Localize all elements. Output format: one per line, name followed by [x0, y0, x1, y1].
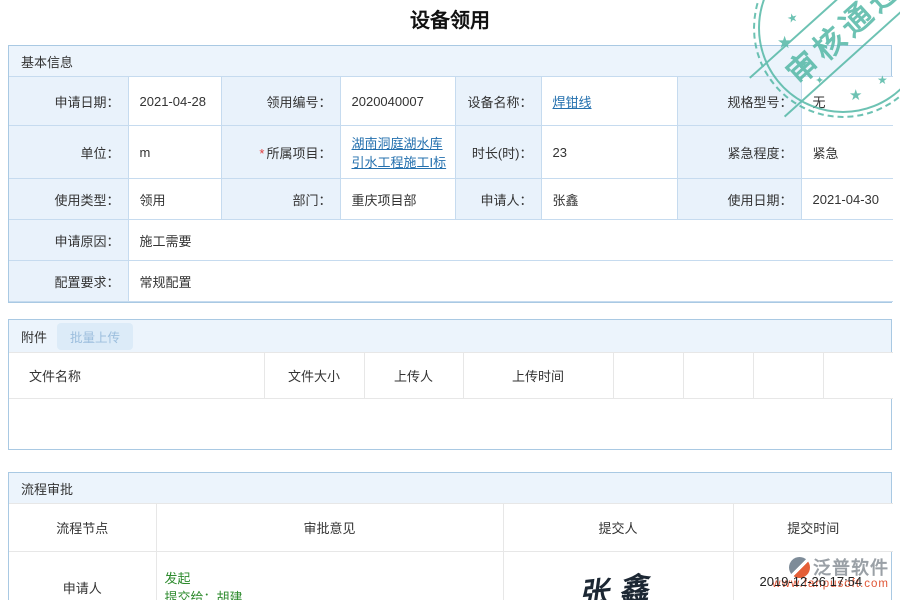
- applicant-value: 张鑫: [541, 179, 677, 220]
- approval-header-row: 流程节点 审批意见 提交人 提交时间: [9, 504, 893, 552]
- reason-label: 申请原因：: [9, 220, 128, 261]
- unit-value: m: [128, 126, 221, 179]
- attachments-section: 附件 批量上传 文件名称 文件大小 上传人 上传时间: [8, 319, 892, 450]
- col-empty: [823, 353, 893, 399]
- dept-value: 重庆项目部: [340, 179, 455, 220]
- equipment-requisition-page: 设备领用 基本信息 申请日期： 2021-04-28 领用编号： 2020040…: [0, 0, 900, 600]
- col-process-node: 流程节点: [9, 504, 156, 552]
- attachments-header: 附件 批量上传: [9, 320, 891, 352]
- urgency-label: 紧急程度：: [677, 126, 801, 179]
- col-empty: [753, 353, 823, 399]
- duration-value: 23: [541, 126, 677, 179]
- spec-value: 无: [801, 77, 893, 126]
- approval-row-applicant: 申请人 发起 提交给：胡建 张鑫 泛普软件 www.fanpusoft.com: [9, 552, 893, 600]
- table-row: 申请原因： 施工需要: [9, 220, 893, 261]
- table-row: 使用类型： 领用 部门： 重庆项目部 申请人： 张鑫 使用日期： 2021-04…: [9, 179, 893, 220]
- attachments-table: 文件名称 文件大小 上传人 上传时间: [9, 352, 893, 399]
- use-type-value: 领用: [128, 179, 221, 220]
- col-approval-opinion: 审批意见: [156, 504, 503, 552]
- attachments-empty-area: [9, 399, 891, 449]
- table-row: 申请日期： 2021-04-28 领用编号： 2020040007 设备名称： …: [9, 77, 893, 126]
- col-upload-time: 上传时间: [463, 353, 613, 399]
- approval-section: 流程审批 流程节点 审批意见 提交人 提交时间 申请人 发起 提交给：胡建 张鑫: [8, 472, 892, 600]
- device-name-label: 设备名称：: [455, 77, 541, 126]
- col-uploader: 上传人: [364, 353, 463, 399]
- approval-title: 流程审批: [21, 479, 73, 498]
- apply-date-value: 2021-04-28: [128, 77, 221, 126]
- batch-upload-button[interactable]: 批量上传: [57, 323, 133, 350]
- required-marker: *: [259, 146, 264, 161]
- opinion-submitted-to: 提交给：胡建: [165, 588, 503, 600]
- use-date-label: 使用日期：: [677, 179, 801, 220]
- approval-header: 流程审批: [9, 473, 891, 503]
- submit-time-cell: 泛普软件 www.fanpusoft.com 2019-12-26 17:54: [733, 552, 893, 600]
- config-value: 常规配置: [128, 261, 893, 302]
- col-empty: [613, 353, 683, 399]
- col-file-name: 文件名称: [9, 353, 264, 399]
- approval-opinion-cell: 发起 提交给：胡建: [156, 552, 503, 600]
- submit-time-value: 2019-12-26 17:54: [760, 574, 863, 589]
- approval-table: 流程节点 审批意见 提交人 提交时间 申请人 发起 提交给：胡建 张鑫: [9, 503, 893, 600]
- basic-info-section: 基本信息 申请日期： 2021-04-28 领用编号： 2020040007 设…: [8, 45, 892, 303]
- attachments-title: 附件: [21, 327, 47, 346]
- table-row: 单位： m *所属项目： 湖南洞庭湖水库引水工程施工I标 时长(时)： 23 紧…: [9, 126, 893, 179]
- basic-info-title: 基本信息: [21, 52, 73, 71]
- table-row: 配置要求： 常规配置: [9, 261, 893, 302]
- req-no-label: 领用编号：: [221, 77, 340, 126]
- unit-label: 单位：: [9, 126, 128, 179]
- use-type-label: 使用类型：: [9, 179, 128, 220]
- opinion-initiate: 发起: [165, 569, 503, 588]
- signature: 张鑫: [576, 561, 660, 600]
- applicant-label: 申请人：: [455, 179, 541, 220]
- col-empty: [683, 353, 753, 399]
- page-title: 设备领用: [0, 0, 900, 45]
- col-submit-time: 提交时间: [733, 504, 893, 552]
- urgency-value: 紧急: [801, 126, 893, 179]
- apply-date-label: 申请日期：: [9, 77, 128, 126]
- col-submitter: 提交人: [503, 504, 733, 552]
- req-no-value: 2020040007: [340, 77, 455, 126]
- use-date-value: 2021-04-30: [801, 179, 893, 220]
- duration-label: 时长(时)：: [455, 126, 541, 179]
- config-label: 配置要求：: [9, 261, 128, 302]
- basic-info-header: 基本信息: [9, 46, 891, 76]
- reason-value: 施工需要: [128, 220, 893, 261]
- basic-info-table: 申请日期： 2021-04-28 领用编号： 2020040007 设备名称： …: [9, 76, 893, 302]
- device-name-link[interactable]: 焊钳线: [553, 95, 592, 110]
- project-label: *所属项目：: [221, 126, 340, 179]
- attachments-header-row: 文件名称 文件大小 上传人 上传时间: [9, 353, 893, 399]
- spec-label: 规格型号：: [677, 77, 801, 126]
- dept-label: 部门：: [221, 179, 340, 220]
- col-file-size: 文件大小: [264, 353, 364, 399]
- project-link[interactable]: 湖南洞庭湖水库引水工程施工I标: [352, 136, 447, 170]
- process-node-value: 申请人: [9, 552, 156, 600]
- submitter-cell: 张鑫: [503, 552, 733, 600]
